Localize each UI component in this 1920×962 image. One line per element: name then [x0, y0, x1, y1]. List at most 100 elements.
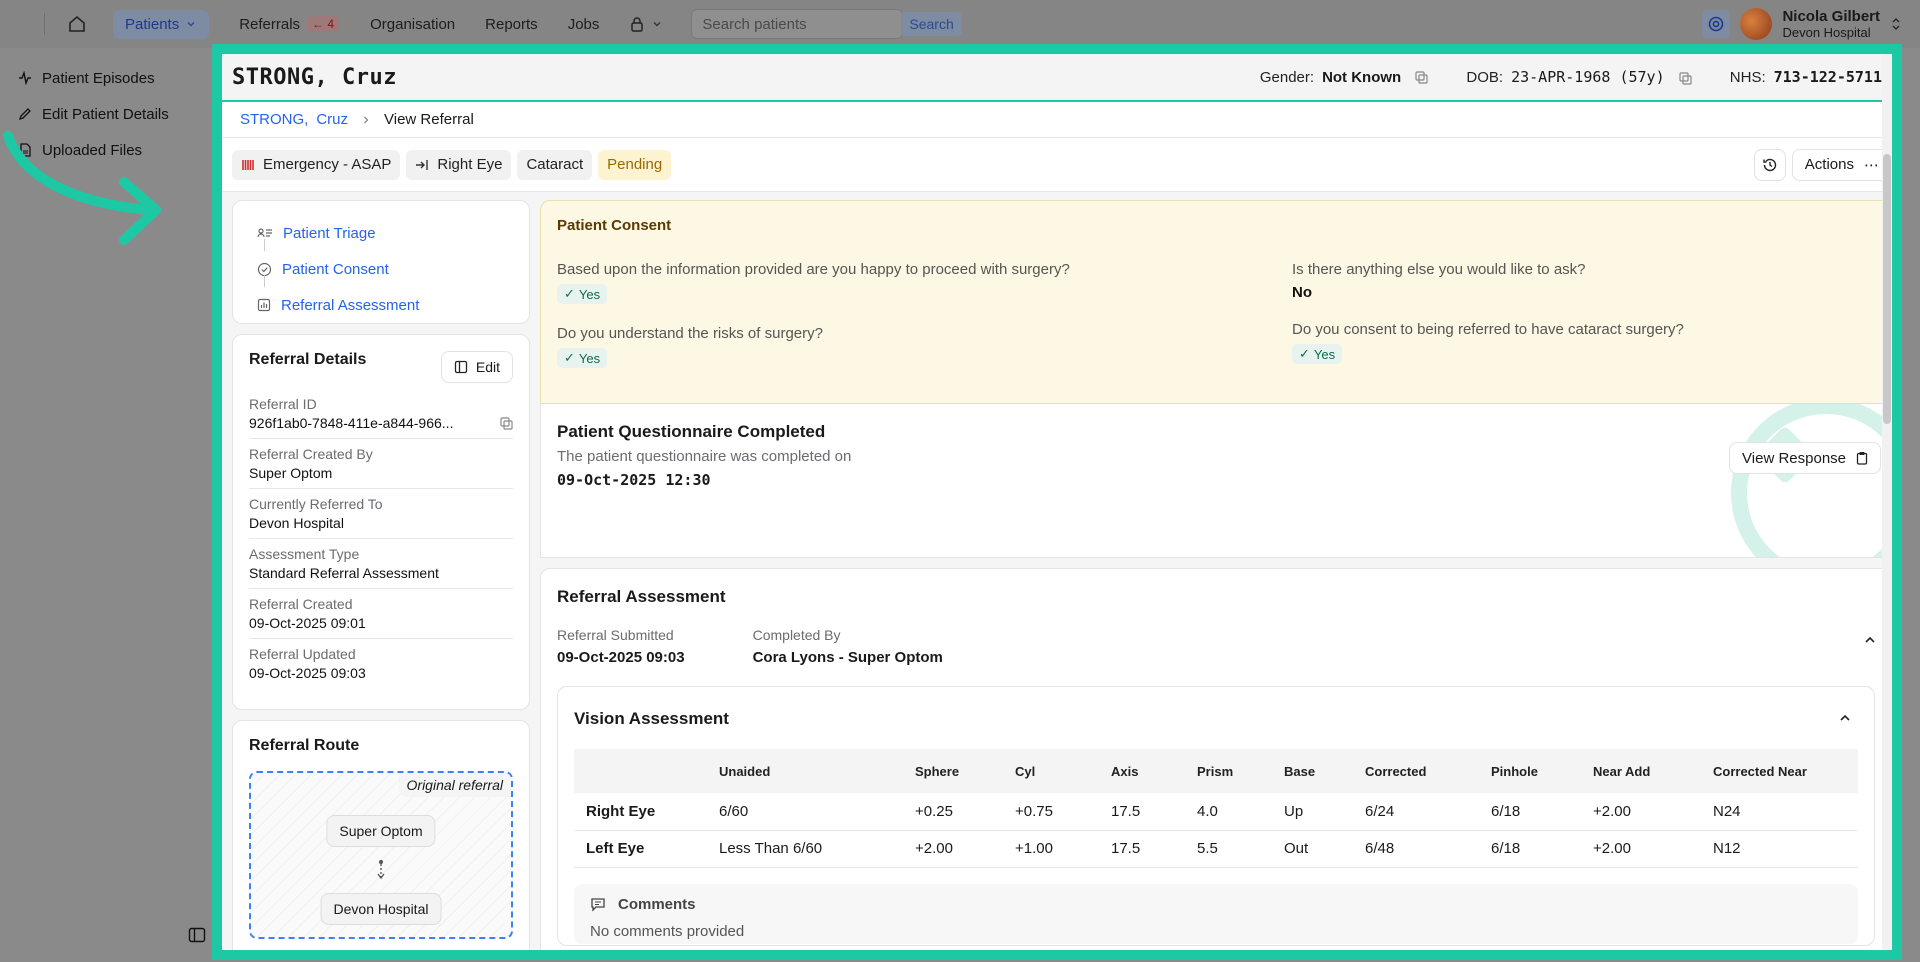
patient-name: STRONG, Cruz: [232, 64, 397, 90]
submitted-value: 09-Oct-2025 09:03: [557, 649, 685, 666]
sidebar-item-edit-patient-details[interactable]: Edit Patient Details: [0, 96, 212, 132]
detail-label: Referral Created By: [249, 446, 373, 462]
questionnaire-date: 09-Oct-2025 12:30: [557, 471, 711, 489]
route-connector-icon: [377, 860, 385, 880]
table-cell: +2.00: [903, 830, 1003, 868]
nav-jobs[interactable]: Jobs: [568, 16, 600, 33]
edit-button[interactable]: Edit: [440, 351, 513, 383]
answer-value: No: [1292, 284, 1312, 301]
row-header: Right Eye: [574, 793, 707, 831]
detail-label: Referral ID: [249, 396, 317, 412]
user-name: Nicola Gilbert: [1782, 7, 1880, 25]
referral-tag-bar: Emergency - ASAP Right Eye Cataract Pend…: [222, 138, 1892, 192]
breadcrumb-patient-last[interactable]: STRONG,: [240, 111, 308, 128]
table-cell: +1.00: [1003, 830, 1099, 868]
actions-button[interactable]: Actions ⋯: [1791, 148, 1892, 181]
step-referral-assessment[interactable]: Referral Assessment: [257, 287, 529, 323]
table-cell: 4.0: [1185, 793, 1272, 831]
breadcrumb-current: View Referral: [384, 111, 474, 128]
column-header: [574, 749, 707, 793]
column-header: Near Add: [1581, 749, 1701, 793]
help-button[interactable]: [1702, 10, 1731, 38]
column-header: Sphere: [903, 749, 1003, 793]
chart-square-icon: [257, 298, 271, 312]
step-patient-consent[interactable]: Patient Consent: [257, 251, 529, 287]
answer-badge: ✓ Yes: [1292, 344, 1343, 364]
question-text: Do you consent to being referred to have…: [1292, 321, 1684, 338]
detail-label: Currently Referred To: [249, 496, 383, 512]
completed-by-value: Cora Lyons - Super Optom: [752, 649, 943, 666]
view-response-button[interactable]: View Response: [1729, 442, 1881, 474]
chevron-down-icon: [187, 22, 195, 27]
detail-value: Standard Referral Assessment: [249, 565, 439, 581]
step-label: Referral Assessment: [281, 296, 420, 314]
chevron-up-icon[interactable]: [1863, 633, 1877, 647]
home-icon[interactable]: [65, 12, 89, 36]
user-menu[interactable]: Nicola Gilbert Devon Hospital: [1702, 8, 1902, 40]
sidebar-item-label: Edit Patient Details: [42, 105, 169, 123]
copy-icon[interactable]: [1415, 71, 1428, 84]
sidebar-item-patient-episodes[interactable]: Patient Episodes: [0, 60, 212, 96]
actions-label: Actions: [1804, 156, 1854, 173]
table-cell: +2.00: [1581, 830, 1701, 868]
answer-value: Yes: [1313, 346, 1336, 362]
history-button[interactable]: [1753, 148, 1786, 181]
question-text: Do you understand the risks of surgery?: [557, 325, 823, 342]
detail-referred-to: Currently Referred To Devon Hospital: [249, 489, 513, 539]
dob-label: DOB:: [1466, 69, 1504, 86]
table-cell: 6/18: [1479, 830, 1581, 868]
consent-title: Patient Consent: [557, 217, 672, 234]
lock-menu[interactable]: [629, 16, 663, 32]
column-header: Cyl: [1003, 749, 1099, 793]
left-column: Patient Triage Patient Consent Referral …: [232, 200, 530, 950]
main-content: Patient Triage Patient Consent Referral …: [222, 192, 1892, 950]
search-button[interactable]: Search: [901, 12, 962, 36]
copy-icon[interactable]: [1679, 71, 1692, 85]
table-cell: Out: [1272, 830, 1353, 868]
check-icon: ✓: [564, 350, 575, 365]
table-cell: N12: [1701, 830, 1858, 868]
column-header: Corrected: [1353, 749, 1479, 793]
more-horizontal-icon: ⋯: [1864, 156, 1879, 174]
nav-patients[interactable]: Patients: [113, 9, 210, 39]
chevron-right-icon: [364, 116, 369, 123]
right-column: Patient Consent Based upon the informati…: [540, 200, 1892, 950]
scrollbar-thumb[interactable]: [1883, 154, 1891, 424]
referrals-count: 4: [327, 17, 335, 31]
questionnaire-subtitle: The patient questionnaire was completed …: [557, 448, 852, 465]
patient-gender: Gender: Not Known: [1260, 69, 1429, 86]
sidebar-toggle-icon[interactable]: [188, 926, 210, 948]
answer-badge: ✓ Yes: [557, 284, 608, 304]
table-row: Right Eye 6/60 +0.25 +0.75 17.5 4.0 Up 6…: [574, 793, 1858, 831]
detail-created-by: Referral Created By Super Optom: [249, 439, 513, 489]
search-input[interactable]: [694, 15, 902, 33]
assessment-submitted: Referral Submitted 09-Oct-2025 09:03: [557, 627, 685, 666]
table-cell: 6/24: [1353, 793, 1479, 831]
step-patient-triage[interactable]: Patient Triage: [257, 215, 529, 251]
nav-referrals[interactable]: Referrals ← 4: [239, 16, 341, 33]
breadcrumb-patient-first[interactable]: Cruz: [316, 111, 348, 128]
detail-label: Referral Updated: [249, 646, 356, 662]
submitted-label: Referral Submitted: [557, 627, 674, 643]
column-header: Unaided: [707, 749, 903, 793]
copy-icon[interactable]: [500, 416, 513, 430]
nav-divider: [44, 13, 45, 35]
referral-route-title: Referral Route: [249, 737, 360, 754]
nav-patients-label: Patients: [125, 15, 180, 33]
view-response-label: View Response: [1742, 449, 1846, 467]
patient-banner: STRONG, Cruz Gender: Not Known DOB: 23-APR…: [222, 54, 1892, 102]
gender-value: Not Known: [1322, 68, 1402, 86]
breadcrumb: STRONG, Cruz View Referral: [222, 102, 1892, 138]
nav-organisation[interactable]: Organisation: [370, 16, 455, 33]
clipboard-icon: [1856, 452, 1868, 465]
column-header: Prism: [1185, 749, 1272, 793]
nav-reports[interactable]: Reports: [485, 16, 538, 33]
assessment-completed-by: Completed By Cora Lyons - Super Optom: [753, 627, 943, 666]
scrollbar[interactable]: [1882, 54, 1892, 950]
table-cell: Less Than 6/60: [707, 830, 903, 868]
chevron-up-icon[interactable]: [1838, 711, 1852, 725]
dob-value: 23-APR-1968 (57y): [1511, 68, 1665, 86]
table-cell: +0.25: [903, 793, 1003, 831]
detail-label: Referral Created: [249, 596, 353, 612]
barcode-icon: [242, 159, 254, 170]
